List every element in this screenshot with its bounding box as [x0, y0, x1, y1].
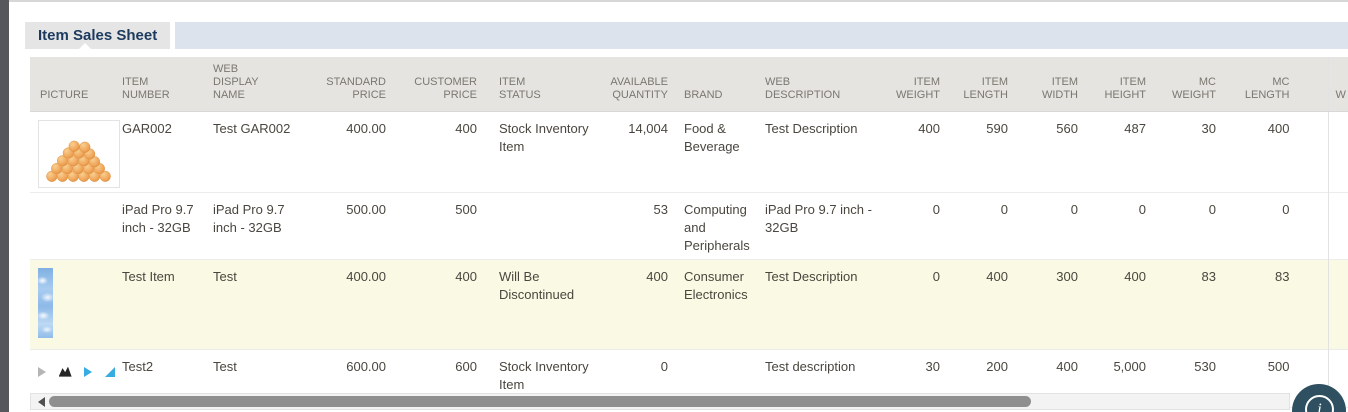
tabbar-strip [175, 22, 1348, 49]
tab-label: Item Sales Sheet [38, 27, 158, 44]
tab-item-sales-sheet[interactable]: Item Sales Sheet [25, 22, 171, 49]
black-rock-icon [58, 366, 72, 377]
table-row-test-item[interactable]: Test Item Test 400.00 400 Will Be Discon… [30, 259, 1348, 350]
scroll-left-arrow-icon[interactable] [38, 397, 45, 407]
table-header: PICTURE ITEM NUMBER WEB DISPLAY NAME STA… [30, 57, 1348, 112]
standard-price-cell: 500.00 [346, 202, 386, 217]
item-width-cell: 0 [1070, 202, 1078, 217]
column-header-item-height: ITEM HEIGHT [1082, 57, 1150, 112]
web-display-name-cell: Test [213, 269, 237, 284]
customer-price-cell: 500 [455, 202, 477, 217]
column-header-available-quantity: AVAILABLE QUANTITY [598, 57, 670, 112]
available-quantity-cell: 14,004 [628, 121, 668, 136]
item-height-cell: 0 [1138, 202, 1146, 217]
item-status-cell [478, 193, 598, 260]
item-width-cell: 300 [1056, 269, 1078, 284]
scrollbar-thumb[interactable] [49, 396, 1031, 407]
item-height-cell: 487 [1124, 121, 1146, 136]
customer-price-cell: 400 [455, 121, 477, 136]
mc-length-cell: 400 [1220, 111, 1329, 193]
horizontal-scrollbar[interactable] [30, 393, 1290, 410]
web-display-name-cell: Test GAR002 [213, 121, 291, 136]
available-quantity-cell: 53 [653, 202, 668, 217]
item-width-cell: 560 [1056, 121, 1078, 136]
customer-price-cell: 400 [455, 269, 477, 284]
item-number-cell: iPad Pro 9.7 inch - 32GB [122, 202, 194, 235]
column-header-brand: BRAND [670, 57, 764, 112]
picture-cell [30, 112, 122, 193]
item-number-cell: GAR002 [122, 121, 172, 136]
mc-weight-cell: 0 [1208, 202, 1216, 217]
item-length-cell: 400 [986, 269, 1008, 284]
mc-length-cell: 0 [1220, 192, 1329, 260]
brand-cell: Computing and Peripherals [684, 202, 750, 253]
brand-cell: Food & Beverage [684, 121, 740, 154]
table-row-gar002[interactable]: GAR002 Test GAR002 400.00 400 Stock Inve… [30, 111, 1348, 193]
truncated-cell [1328, 112, 1348, 193]
column-header-web-display-name: WEB DISPLAY NAME [212, 57, 300, 112]
column-header-truncated: W [1328, 57, 1348, 112]
web-description-cell: Test Description [765, 121, 858, 136]
column-header-item-weight: ITEM WEIGHT [882, 57, 944, 112]
column-header-mc-weight: MC WEIGHT [1150, 57, 1220, 112]
web-description-cell: Test Description [765, 269, 858, 284]
column-header-mc-length: MC LENGTH [1220, 57, 1329, 112]
blue-play-icon [84, 366, 93, 377]
active-tab-notch-icon [77, 43, 93, 51]
item-status-cell: Stock Inventory Item [499, 121, 589, 154]
mc-weight-cell: 83 [1201, 269, 1216, 284]
standard-price-cell: 400.00 [346, 121, 386, 136]
item-number-cell: Test Item [122, 269, 175, 284]
column-header-web-description: WEB DESCRIPTION [764, 57, 882, 112]
mc-length-cell: 83 [1220, 259, 1329, 350]
available-quantity-cell: 400 [646, 269, 668, 284]
web-display-name-cell: iPad Pro 9.7 inch - 32GB [213, 202, 285, 235]
item-weight-cell: 0 [932, 202, 940, 217]
item-length-cell: 0 [1000, 202, 1008, 217]
top-divider [0, 0, 1348, 2]
subtab-bar: Item Sales Sheet [0, 22, 1348, 49]
column-header-item-length: ITEM LENGTH [944, 57, 1012, 112]
picture-cell [30, 193, 122, 260]
brand-cell: Consumer Electronics [684, 269, 748, 302]
sky-image [38, 268, 53, 338]
info-icon: i [1305, 395, 1334, 412]
item-height-cell: 400 [1124, 269, 1146, 284]
column-header-item-number: ITEM NUMBER [122, 57, 212, 112]
item-status-cell: Will Be Discontinued [499, 269, 575, 302]
table-row-ipad[interactable]: iPad Pro 9.7 inch - 32GB iPad Pro 9.7 in… [30, 192, 1348, 260]
column-header-item-width: ITEM WIDTH [1012, 57, 1082, 112]
item-sales-sheet-table: PICTURE ITEM NUMBER WEB DISPLAY NAME STA… [30, 57, 1348, 408]
item-length-cell: 590 [986, 121, 1008, 136]
mc-weight-cell: 30 [1201, 121, 1216, 136]
item-weight-cell: 400 [918, 121, 940, 136]
column-header-standard-price: STANDARD PRICE [300, 57, 388, 112]
item-weight-cell: 0 [932, 269, 940, 284]
left-edge-bar [0, 0, 9, 412]
column-header-customer-price: CUSTOMER PRICE [388, 57, 478, 112]
info-glyph: i [1317, 401, 1322, 412]
chickpeas-image [38, 120, 120, 188]
web-description-cell: iPad Pro 9.7 inch - 32GB [765, 202, 872, 235]
truncated-cell [1328, 260, 1348, 350]
gray-play-icon [38, 366, 46, 377]
truncated-cell [1328, 193, 1348, 260]
blue-corner-icon [104, 366, 115, 377]
column-header-picture: PICTURE [30, 57, 122, 112]
standard-price-cell: 400.00 [346, 269, 386, 284]
picture-cell [30, 260, 122, 350]
thumbnail-icons [38, 362, 115, 380]
column-header-item-status: ITEM STATUS [478, 57, 598, 112]
